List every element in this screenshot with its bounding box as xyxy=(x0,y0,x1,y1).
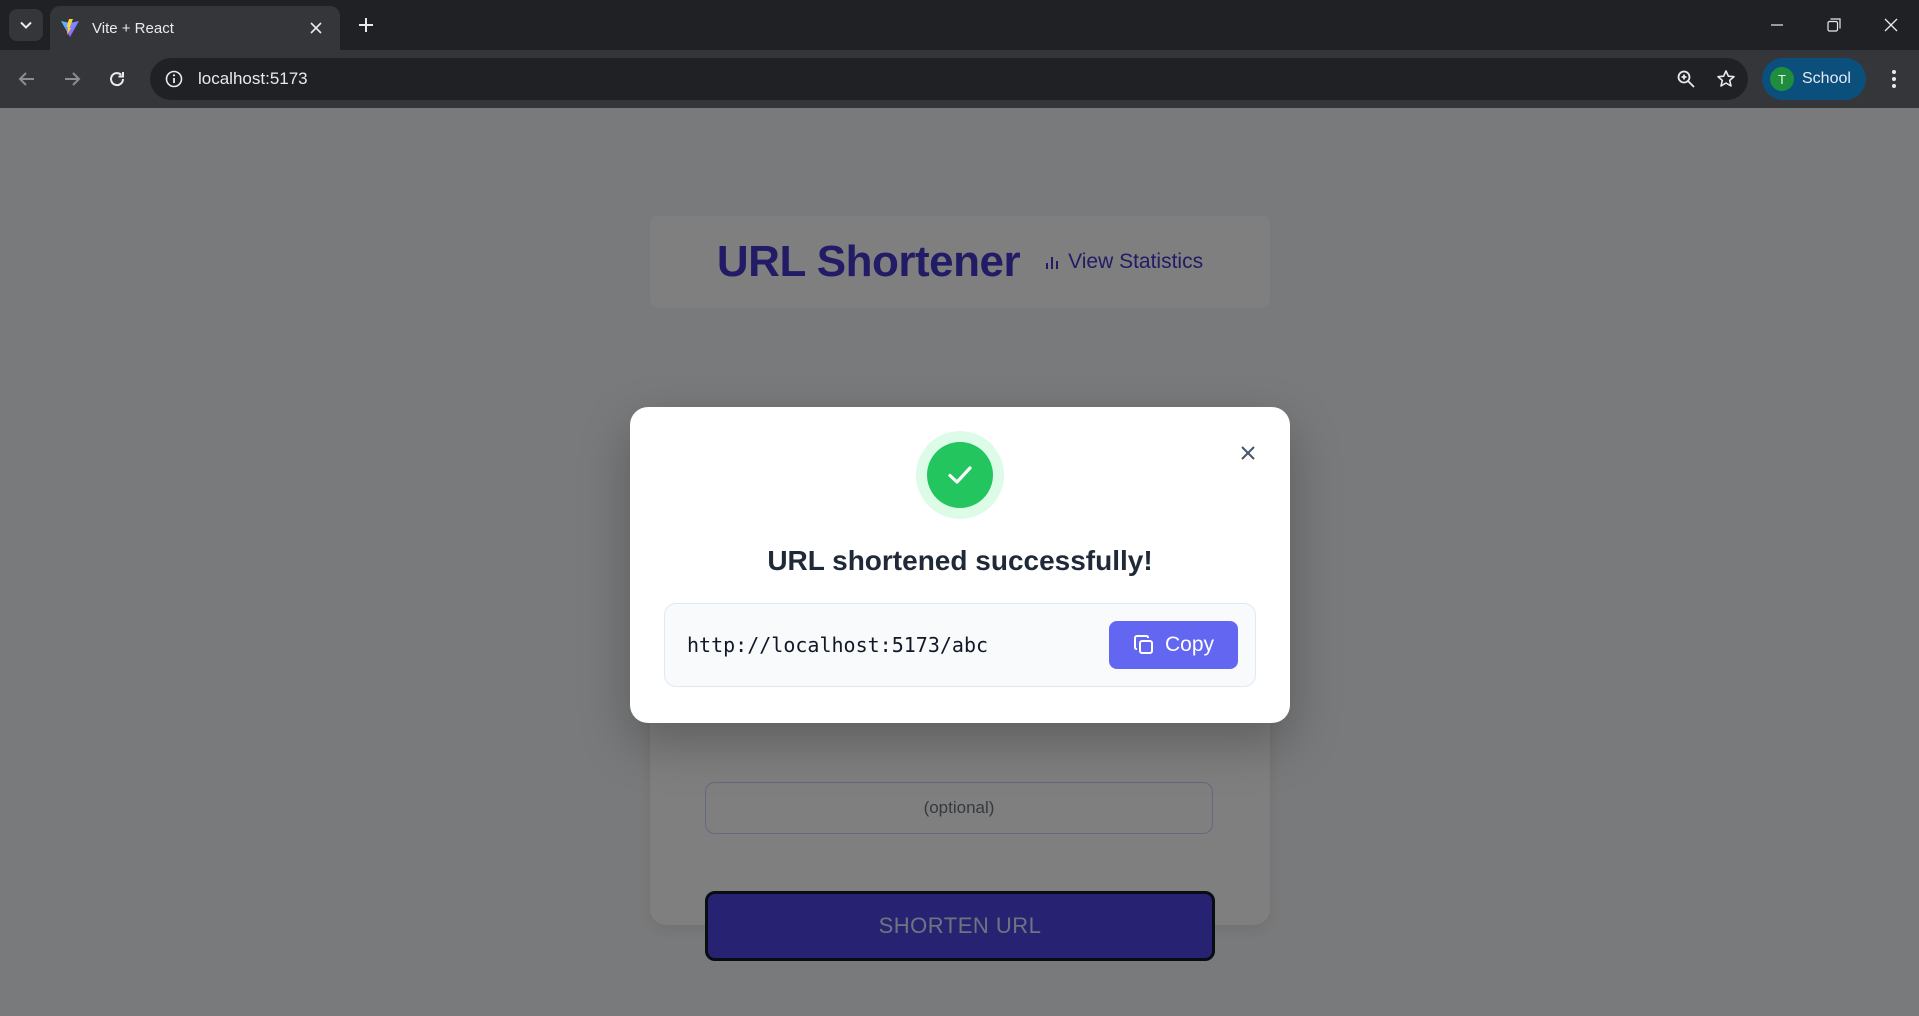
success-badge xyxy=(916,431,1004,519)
address-bar[interactable]: localhost:5173 xyxy=(150,58,1748,100)
success-message: URL shortened successfully! xyxy=(767,545,1153,576)
browser-tabstrip: Vite + React xyxy=(0,0,1919,50)
restore-button[interactable] xyxy=(1805,0,1862,50)
close-icon xyxy=(1241,446,1255,460)
avatar: T xyxy=(1770,67,1794,91)
chevron-down-icon xyxy=(20,21,32,29)
short-url-text[interactable]: http://localhost:5173/abc xyxy=(687,633,1109,657)
tab-search-button[interactable] xyxy=(9,9,43,41)
reload-icon xyxy=(110,72,125,87)
zoom-icon[interactable] xyxy=(1668,61,1704,97)
copy-icon xyxy=(1133,635,1153,654)
profile-button[interactable]: T School xyxy=(1762,58,1866,100)
restore-icon xyxy=(1826,18,1841,32)
minimize-icon xyxy=(1770,24,1783,26)
browser-menu-button[interactable] xyxy=(1878,63,1910,95)
star-icon[interactable] xyxy=(1708,61,1744,97)
browser-tab[interactable]: Vite + React xyxy=(50,6,340,50)
copy-label: Copy xyxy=(1164,633,1215,656)
new-tab-button[interactable] xyxy=(352,11,380,39)
back-button[interactable] xyxy=(11,63,43,95)
close-icon xyxy=(310,22,322,34)
more-vert-icon xyxy=(1892,70,1896,88)
reload-button[interactable] xyxy=(101,63,133,95)
window-close-button[interactable] xyxy=(1862,0,1919,50)
forward-button[interactable] xyxy=(56,63,88,95)
info-icon[interactable] xyxy=(160,65,188,93)
close-icon xyxy=(1884,18,1897,32)
success-modal: URL shortened successfully! http://local… xyxy=(630,407,1290,723)
tab-close-button[interactable] xyxy=(304,16,328,40)
short-url-box: http://localhost:5173/abc Copy xyxy=(664,603,1256,687)
check-icon xyxy=(948,466,972,484)
forward-icon xyxy=(65,72,81,86)
vite-favicon-icon xyxy=(60,18,80,38)
browser-toolbar: localhost:5173 T School xyxy=(0,50,1919,108)
window-controls xyxy=(1748,0,1919,50)
plus-icon xyxy=(359,18,373,32)
modal-close-button[interactable] xyxy=(1232,437,1264,469)
success-badge-dot xyxy=(927,442,993,508)
back-icon xyxy=(18,72,34,86)
tab-title: Vite + React xyxy=(92,19,174,37)
page-viewport: URL Shortener View Statistics (optional)… xyxy=(0,108,1919,1016)
copy-button[interactable]: Copy xyxy=(1109,621,1238,669)
profile-label: School xyxy=(1802,70,1851,87)
minimize-button[interactable] xyxy=(1748,0,1805,50)
address-text: localhost:5173 xyxy=(198,69,308,88)
